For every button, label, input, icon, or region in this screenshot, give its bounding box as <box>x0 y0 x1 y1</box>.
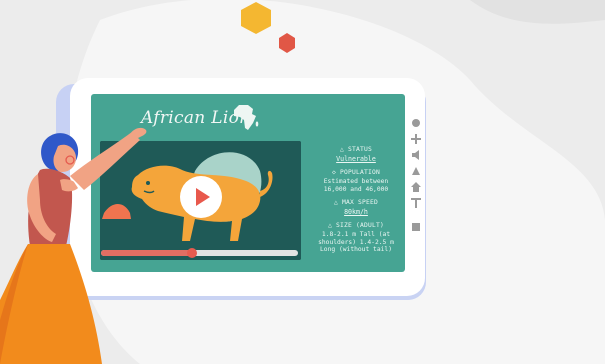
teacher-illustration <box>0 127 147 364</box>
fact-heading: △ SIZE (ADULT) <box>328 222 384 229</box>
fact-value: 1.8-2.1 m Tall (at shoulders) 1.4-2.5 m … <box>318 231 394 253</box>
text-icon[interactable] <box>408 196 424 210</box>
africa-map-icon <box>234 105 259 130</box>
toolbar-vertical <box>408 116 424 248</box>
fact-value: Vulnerable <box>336 155 376 163</box>
fact-max-speed: △ MAX SPEED 80km/h <box>312 199 400 216</box>
fact-heading: △ STATUS <box>340 146 372 153</box>
fact-value: Estimated between 16,000 and 46,000 <box>323 178 389 193</box>
fact-status: △ STATUS Vulnerable <box>312 146 400 163</box>
play-icon[interactable] <box>180 176 222 218</box>
fact-population: ◇ POPULATION Estimated between 16,000 an… <box>312 169 400 193</box>
video-scrubber-knob[interactable] <box>187 248 197 258</box>
plus-icon[interactable] <box>408 132 424 146</box>
speaker-icon[interactable] <box>408 148 424 162</box>
fact-heading: △ MAX SPEED <box>334 199 378 206</box>
fact-size: △ SIZE (ADULT) 1.8-2.1 m Tall (at should… <box>312 222 400 254</box>
lion-facts-panel: △ STATUS Vulnerable ◇ POPULATION Estimat… <box>312 144 400 260</box>
dot-icon[interactable] <box>408 116 424 130</box>
fact-value: 80km/h <box>344 208 368 216</box>
triangle-icon[interactable] <box>408 164 424 178</box>
fact-heading: ◇ POPULATION <box>332 169 380 176</box>
home-icon[interactable] <box>408 180 424 194</box>
square-icon[interactable] <box>408 220 424 234</box>
